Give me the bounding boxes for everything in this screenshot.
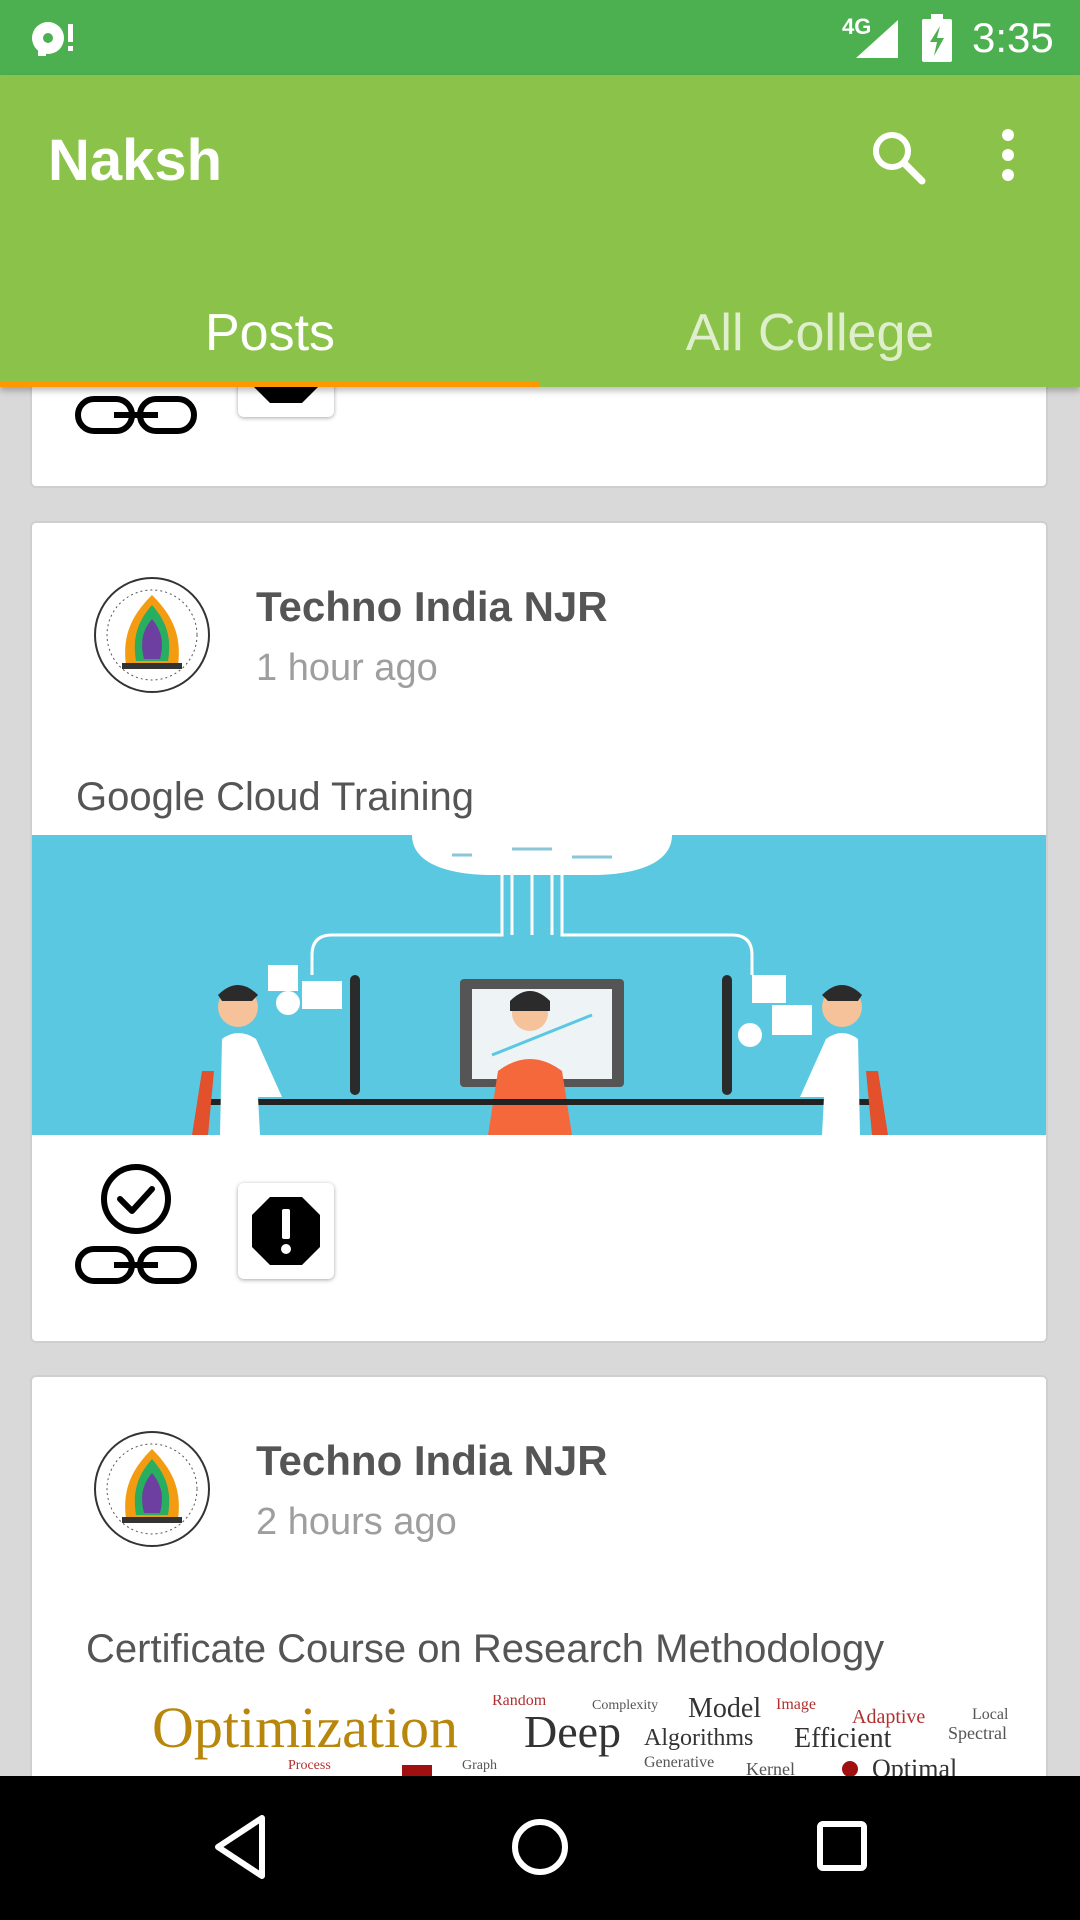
wordcloud-word: Optimization <box>152 1695 458 1760</box>
post-time: 1 hour ago <box>256 647 438 689</box>
link-icon[interactable] <box>74 387 198 485</box>
wordcloud-word: Process <box>288 1758 331 1773</box>
college-logo-avatar <box>94 1431 210 1547</box>
wordcloud-word: Generative <box>644 1754 714 1771</box>
post-author: Techno India NJR <box>256 1437 608 1484</box>
wordcloud-word: Optimal <box>872 1754 957 1776</box>
wordcloud-word: Algorithms <box>644 1725 753 1751</box>
wordcloud-dot <box>842 1761 858 1776</box>
wordcloud-word: Local <box>972 1706 1009 1723</box>
wordcloud-glyph <box>402 1765 432 1776</box>
wordcloud-graphic: Optimization Deep Model Algorithms Effic… <box>152 1695 1009 1776</box>
search-icon[interactable] <box>868 127 928 187</box>
tab-indicator <box>0 381 540 387</box>
app-bar: Naksh Posts All College <box>0 75 1080 387</box>
home-icon[interactable] <box>508 1812 572 1882</box>
wordcloud-word: Complexity <box>592 1698 658 1713</box>
notification-icon <box>32 22 73 56</box>
post-card[interactable]: Techno India NJR 2 hours ago Certificate… <box>30 1375 1048 1776</box>
wordcloud-word: Deep <box>524 1706 621 1757</box>
wordcloud-word: Image <box>776 1696 816 1713</box>
post-card <box>30 387 1048 488</box>
report-button[interactable] <box>238 387 334 417</box>
tab-bar: Posts All College <box>0 275 1080 387</box>
tab-posts[interactable]: Posts <box>0 275 540 387</box>
report-button[interactable] <box>238 1183 334 1279</box>
wordcloud-word: Graph <box>462 1758 497 1773</box>
post-card[interactable]: Techno India NJR 1 hour ago Google Cloud… <box>30 521 1048 1343</box>
report-icon <box>254 387 318 403</box>
posts-feed[interactable]: Techno India NJR 1 hour ago Google Cloud… <box>0 387 1080 1776</box>
recent-apps-icon[interactable] <box>812 1812 872 1882</box>
tab-all-college[interactable]: All College <box>540 275 1080 387</box>
wordcloud-word: Kernel <box>746 1759 795 1776</box>
clock: 3:35 <box>972 14 1054 61</box>
post-image-cloud-training[interactable] <box>32 835 1048 1135</box>
system-navigation-bar <box>0 1776 1080 1920</box>
college-logo-avatar <box>94 577 210 693</box>
app-title: Naksh <box>48 128 223 193</box>
wordcloud-word: Random <box>492 1695 547 1709</box>
report-icon <box>252 1197 320 1265</box>
post-time: 2 hours ago <box>256 1501 457 1543</box>
battery-charging-icon <box>922 14 952 62</box>
post-image-wordcloud[interactable]: Optimization Deep Model Algorithms Effic… <box>32 1695 1046 1776</box>
post-title: Certificate Course on Research Methodolo… <box>86 1627 885 1671</box>
wordcloud-word: Model <box>688 1695 761 1724</box>
status-bar: 4G 3:35 <box>0 0 1080 75</box>
wordcloud-word: Spectral <box>948 1723 1007 1743</box>
back-icon[interactable] <box>210 1812 270 1882</box>
post-author: Techno India NJR <box>256 583 608 630</box>
wordcloud-word: Adaptive <box>852 1706 925 1728</box>
more-options-icon[interactable] <box>990 125 1026 185</box>
verified-link-icon[interactable] <box>74 1163 198 1287</box>
post-title: Google Cloud Training <box>76 775 475 819</box>
signal-icon <box>856 20 898 58</box>
